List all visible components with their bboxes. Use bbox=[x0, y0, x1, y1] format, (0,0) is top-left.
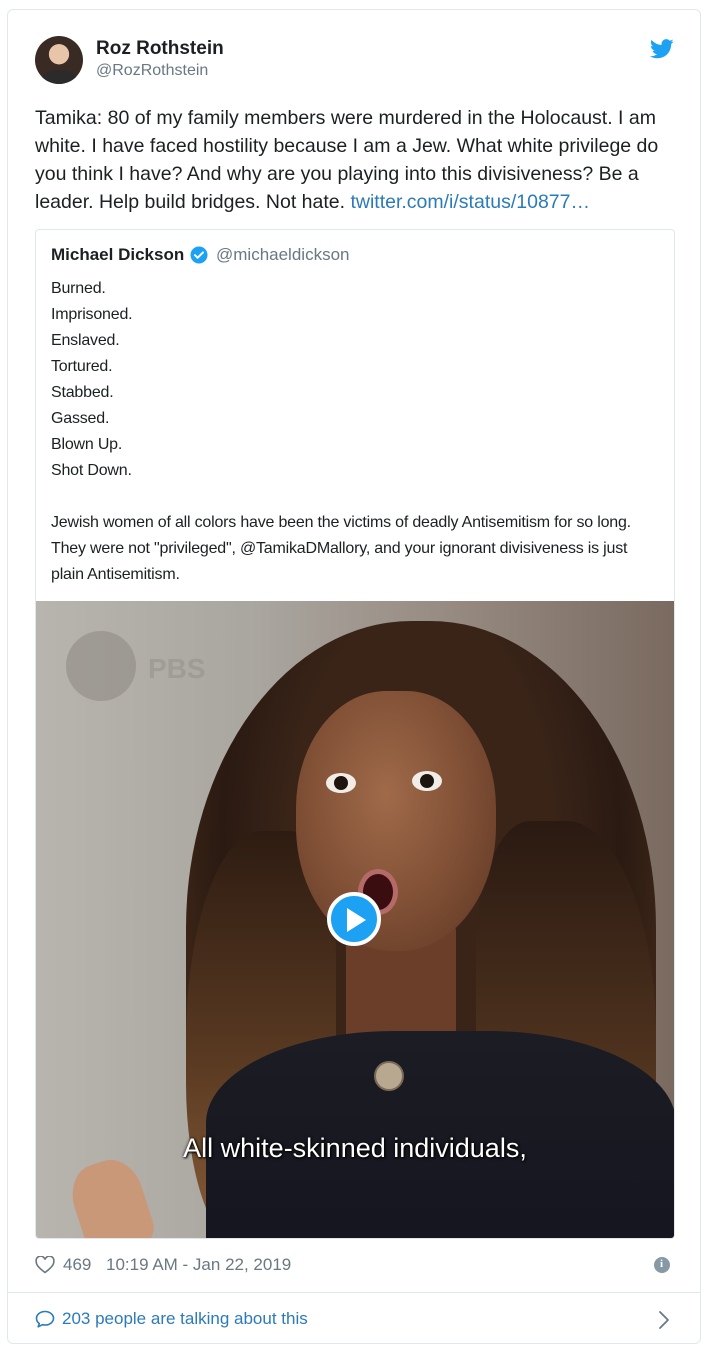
video-watermark: PBS bbox=[148, 653, 206, 684]
conversation-link[interactable]: 203 people are talking about this bbox=[62, 1309, 308, 1329]
info-icon[interactable]: i bbox=[654, 1257, 670, 1273]
quoted-line: Burned. bbox=[51, 280, 106, 297]
play-icon bbox=[347, 908, 366, 932]
verified-icon bbox=[190, 246, 208, 264]
quoted-tweet[interactable]: Michael Dickson @michaeldickson Burned. … bbox=[35, 229, 675, 1239]
avatar-shoulders bbox=[41, 70, 77, 84]
video-figure-eye bbox=[326, 773, 356, 793]
like-count[interactable]: 469 bbox=[63, 1255, 91, 1275]
play-button[interactable] bbox=[327, 892, 381, 946]
quoted-author-name[interactable]: Michael Dickson bbox=[51, 245, 184, 265]
quoted-line: Shot Down. bbox=[51, 462, 132, 479]
avatar[interactable] bbox=[35, 36, 83, 84]
author-handle[interactable]: @RozRothstein bbox=[96, 62, 208, 80]
embedded-tweet-card: Roz Rothstein @RozRothstein Tamika: 80 o… bbox=[7, 9, 701, 1344]
quoted-line: Imprisoned. bbox=[51, 306, 133, 323]
video-figure-hand bbox=[63, 1152, 159, 1238]
quoted-line: Stabbed. bbox=[51, 384, 114, 401]
author-name[interactable]: Roz Rothstein bbox=[96, 38, 224, 60]
tweet-link[interactable]: twitter.com/i/status/10877… bbox=[350, 191, 590, 213]
heart-icon[interactable] bbox=[35, 1256, 55, 1274]
tweet-text: Tamika: 80 of my family members were mur… bbox=[35, 104, 675, 216]
video-player[interactable]: PBS All white-skinned individuals, bbox=[36, 601, 674, 1238]
quoted-line: Blown Up. bbox=[51, 436, 123, 453]
footer-divider bbox=[8, 1292, 700, 1293]
twitter-bird-icon[interactable] bbox=[650, 39, 674, 59]
quoted-paragraph: Jewish women of all colors have been the… bbox=[51, 514, 631, 583]
quoted-line: Tortured. bbox=[51, 358, 113, 375]
video-figure-face bbox=[296, 691, 496, 951]
video-background-mark bbox=[66, 631, 136, 701]
video-figure-eye bbox=[412, 771, 442, 791]
speech-bubble-icon[interactable] bbox=[35, 1310, 55, 1328]
video-figure-pendant bbox=[374, 1061, 404, 1091]
chevron-right-icon[interactable] bbox=[658, 1310, 670, 1330]
video-caption: All white-skinned individuals, bbox=[183, 1133, 527, 1163]
quoted-line: Enslaved. bbox=[51, 332, 120, 349]
timestamp[interactable]: 10:19 AM - Jan 22, 2019 bbox=[106, 1255, 291, 1275]
quoted-author-handle[interactable]: @michaeldickson bbox=[216, 245, 349, 265]
quoted-lines: Burned. Imprisoned. Enslaved. Tortured. … bbox=[51, 276, 661, 484]
quoted-line: Gassed. bbox=[51, 410, 110, 427]
